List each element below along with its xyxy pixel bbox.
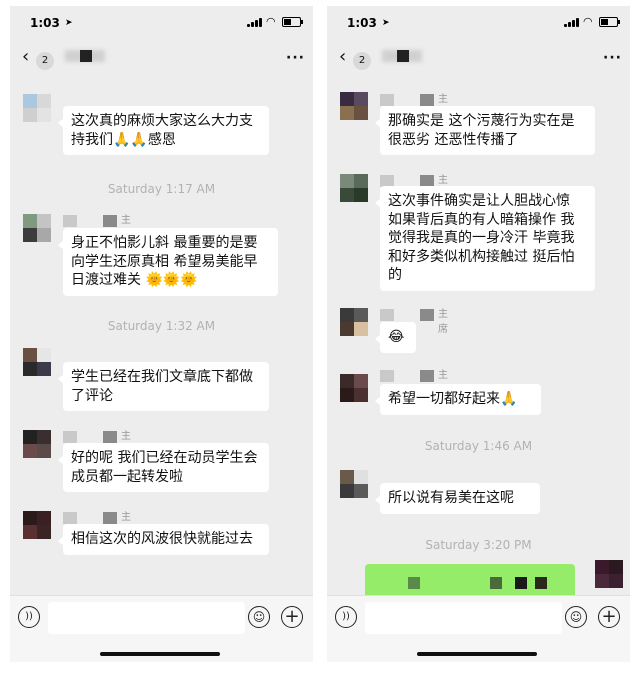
message-text: 身正不怕影儿斜 最重要的是要向学生还原真相 希望易美能早日渡过难关 🌞🌞🌞 [71,235,258,288]
timestamp: Saturday 3:20 PM [425,538,532,552]
wifi-icon: ◠ [583,15,593,28]
message-text: 😂 [388,329,405,345]
chat-title-redacted-block [80,50,92,62]
wifi-icon: ◠ [266,15,276,28]
avatar[interactable] [23,348,51,376]
message-bubble[interactable]: 那确实是 这个污蔑行为实在是很恶劣 还恶性传播了 [375,106,595,155]
sender-role: 主席 [438,309,448,335]
voice-icon[interactable]: )) [335,606,357,628]
avatar[interactable] [340,92,368,120]
location-arrow-icon: ➤ [65,18,73,28]
location-arrow-icon: ➤ [382,18,390,28]
status-time: 1:03 [30,16,60,30]
back-icon[interactable]: ‹ [339,46,346,67]
battery-icon [282,17,303,27]
avatar[interactable] [340,470,368,498]
unread-badge[interactable]: 2 [353,52,371,70]
message-text: 希望一切都好起来🙏 [388,391,518,407]
message-text: 这次真的麻烦大家这么大力支持我们🙏🙏感恩 [71,113,253,148]
avatar[interactable] [23,511,51,539]
message-text: 所以说有易美在这呢 [388,490,514,506]
plus-icon[interactable]: + [598,606,620,628]
message-bubble[interactable]: 这次事件确实是让人胆战心惊 如果背后真的有人暗箱操作 我觉得我是真的一身冷汗 毕… [375,186,595,291]
more-icon[interactable]: ··· [603,50,622,66]
message-bubble[interactable]: 学生已经在我们文章底下都做了评论 [58,362,269,411]
avatar[interactable] [23,214,51,242]
timestamp: Saturday 1:46 AM [424,439,533,453]
chat-screen-right: 1:03 ➤ ◠ ‹ 2 ··· 主席 那确实是 这个污蔑行为实在是很恶劣 还恶… [327,6,630,662]
emoji-icon[interactable]: ☺ [248,606,270,628]
emoji-icon[interactable]: ☺ [565,606,587,628]
own-avatar[interactable] [595,560,623,588]
message-bubble[interactable]: 所以说有易美在这呢 [375,483,540,514]
message-bubble[interactable]: 好的呢 我们已经在动员学生会成员都一起转发啦 [58,443,269,492]
status-time: 1:03 [347,16,377,30]
avatar[interactable] [23,430,51,458]
avatar[interactable] [340,374,368,402]
home-indicator [100,652,220,656]
avatar[interactable] [340,174,368,202]
message-input[interactable] [365,602,562,634]
input-bar: )) ☺ + [327,595,630,662]
message-text: 那确实是 这个污蔑行为实在是很恶劣 还恶性传播了 [388,113,575,148]
plus-icon[interactable]: + [281,606,303,628]
voice-icon[interactable]: )) [18,606,40,628]
status-bar: 1:03 ➤ ◠ [327,6,630,34]
avatar[interactable] [23,94,51,122]
message-bubble[interactable]: 😂 [375,322,416,353]
unread-badge[interactable]: 2 [36,52,54,70]
timestamp: Saturday 1:32 AM [107,319,216,333]
input-bar: )) ☺ + [10,595,313,662]
chat-screen-left: 1:03 ➤ ◠ ‹ 2 ··· 这次真的麻烦大家这么大力支持我们🙏🙏感恩 Sa… [10,6,313,662]
message-text: 学生已经在我们文章底下都做了评论 [71,369,253,404]
status-bar: 1:03 ➤ ◠ [10,6,313,34]
signal-icon [247,17,263,27]
message-input[interactable] [48,602,245,634]
signal-icon [564,17,580,27]
battery-icon [599,17,620,27]
message-text: 好的呢 我们已经在动员学生会成员都一起转发啦 [71,450,258,485]
chat-title-redacted-block [397,50,409,62]
chat-header: ‹ 2 ··· [327,42,630,76]
message-bubble[interactable]: 这次真的麻烦大家这么大力支持我们🙏🙏感恩 [58,106,269,155]
avatar[interactable] [340,308,368,336]
chat-header: ‹ 2 ··· [10,42,313,76]
message-bubble[interactable]: 身正不怕影儿斜 最重要的是要向学生还原真相 希望易美能早日渡过难关 🌞🌞🌞 [58,228,278,296]
more-icon[interactable]: ··· [286,50,305,66]
timestamp: Saturday 1:17 AM [107,182,216,196]
message-bubble[interactable]: 相信这次的风波很快就能过去 [58,524,269,555]
back-icon[interactable]: ‹ [22,46,29,67]
message-bubble[interactable]: 希望一切都好起来🙏 [375,384,541,415]
home-indicator [417,652,537,656]
message-text: 相信这次的风波很快就能过去 [71,531,253,547]
message-text: 这次事件确实是让人胆战心惊 如果背后真的有人暗箱操作 我觉得我是真的一身冷汗 毕… [388,193,575,283]
